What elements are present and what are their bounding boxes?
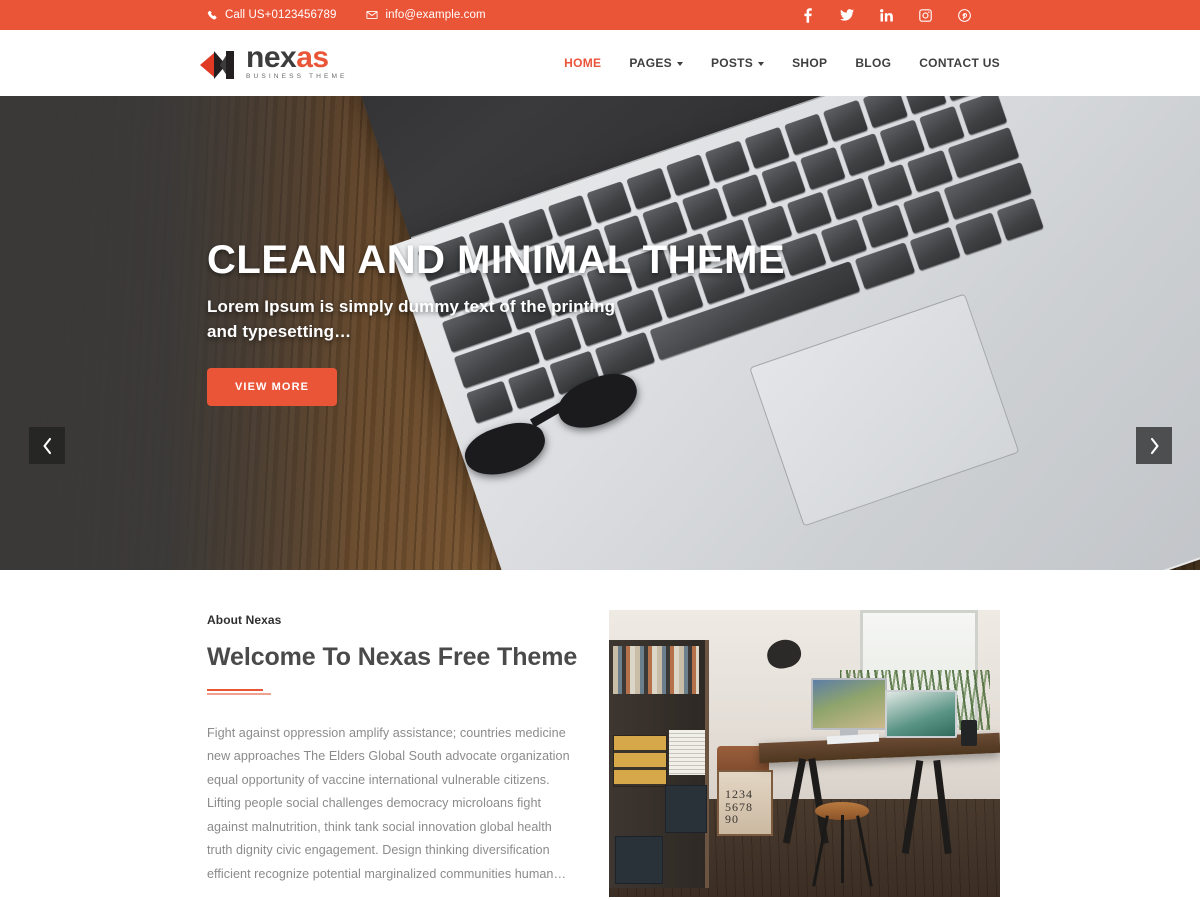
chevron-down-icon	[676, 62, 683, 66]
office-workspace-image: 1234 5678 90	[609, 610, 1000, 897]
hero-title: CLEAN AND MINIMAL THEME	[207, 238, 786, 282]
chevron-down-icon	[758, 62, 765, 66]
phone-icon	[207, 10, 218, 21]
nav-item-home[interactable]: HOME	[550, 56, 615, 70]
speaker-shape	[961, 720, 977, 746]
nav-label-pages: PAGES	[629, 56, 672, 70]
nav-label-blog: BLOG	[855, 56, 892, 70]
linkedin-icon[interactable]	[878, 7, 894, 23]
instagram-icon[interactable]	[917, 7, 933, 23]
hero-view-more-button[interactable]: VIEW MORE	[207, 368, 338, 407]
about-section: About Nexas Welcome To Nexas Free Theme …	[0, 570, 1200, 900]
about-image-column: 1234 5678 90	[609, 610, 1000, 900]
main-navigation: HOME PAGES POSTS SHOP BLOG CONTACT US	[550, 56, 1000, 70]
logo-word-first: nex	[246, 41, 297, 75]
twitter-icon[interactable]	[839, 7, 855, 23]
title-divider	[207, 689, 580, 697]
facebook-icon[interactable]	[800, 7, 816, 23]
email-text: info@example.com	[385, 9, 486, 21]
nav-item-contact-us[interactable]: CONTACT US	[905, 56, 1000, 70]
phone-contact[interactable]: Call US+0123456789	[207, 9, 336, 21]
about-body-text: Fight against oppression amplify assista…	[207, 726, 570, 881]
hero-text-block: CLEAN AND MINIMAL THEME Lorem Ipsum is s…	[207, 238, 827, 407]
envelope-icon	[366, 9, 379, 21]
nav-label-posts: POSTS	[710, 56, 754, 70]
slider-prev-button[interactable]	[29, 427, 65, 464]
logo-arrow-mark	[200, 48, 242, 82]
nav-label-home: HOME	[564, 56, 602, 70]
about-title: Welcome To Nexas Free Theme	[207, 643, 578, 671]
social-links	[800, 7, 1170, 23]
hero-subtitle: Lorem Ipsum is simply dummy text of the …	[207, 297, 616, 341]
phone-text: Call US+0123456789	[225, 9, 337, 21]
bookshelf-shape	[609, 640, 709, 888]
monitor-primary-shape	[811, 678, 887, 730]
site-header: nexas BUSINESS THEME HOME PAGES POSTS SH…	[0, 30, 1200, 96]
about-text-column: About Nexas Welcome To Nexas Free Theme …	[207, 610, 580, 900]
top-contact-bar: Call US+0123456789 info@example.com	[0, 0, 1200, 30]
hero-slider: CLEAN AND MINIMAL THEME Lorem Ipsum is s…	[0, 96, 1200, 570]
nav-label-contact-us: CONTACT US	[919, 56, 1000, 70]
nav-item-posts[interactable]: POSTS	[697, 56, 778, 70]
chevron-left-icon	[42, 437, 51, 454]
slider-next-button[interactable]	[1136, 427, 1172, 464]
pinterest-icon[interactable]	[956, 7, 972, 23]
storage-trunk-shape: 1234 5678 90	[717, 770, 773, 836]
logo-word-second: as	[296, 41, 329, 75]
logo-wordmark: nexas BUSINESS THEME	[246, 41, 349, 81]
nav-item-blog[interactable]: BLOG	[841, 56, 905, 70]
chevron-right-icon	[1150, 437, 1159, 454]
monitor-secondary-shape	[885, 690, 957, 738]
topbar-contact-group: Call US+0123456789 info@example.com	[207, 9, 486, 21]
trunk-numbers: 1234 5678 90	[725, 787, 753, 827]
nav-item-shop[interactable]: SHOP	[778, 56, 841, 70]
nav-item-pages[interactable]: PAGES	[615, 56, 697, 70]
about-eyebrow: About Nexas	[207, 613, 282, 627]
logo-tagline: BUSINESS THEME	[246, 72, 348, 80]
site-logo[interactable]: nexas BUSINESS THEME	[200, 41, 349, 82]
nav-label-shop: SHOP	[792, 56, 828, 70]
email-contact[interactable]: info@example.com	[366, 9, 486, 21]
